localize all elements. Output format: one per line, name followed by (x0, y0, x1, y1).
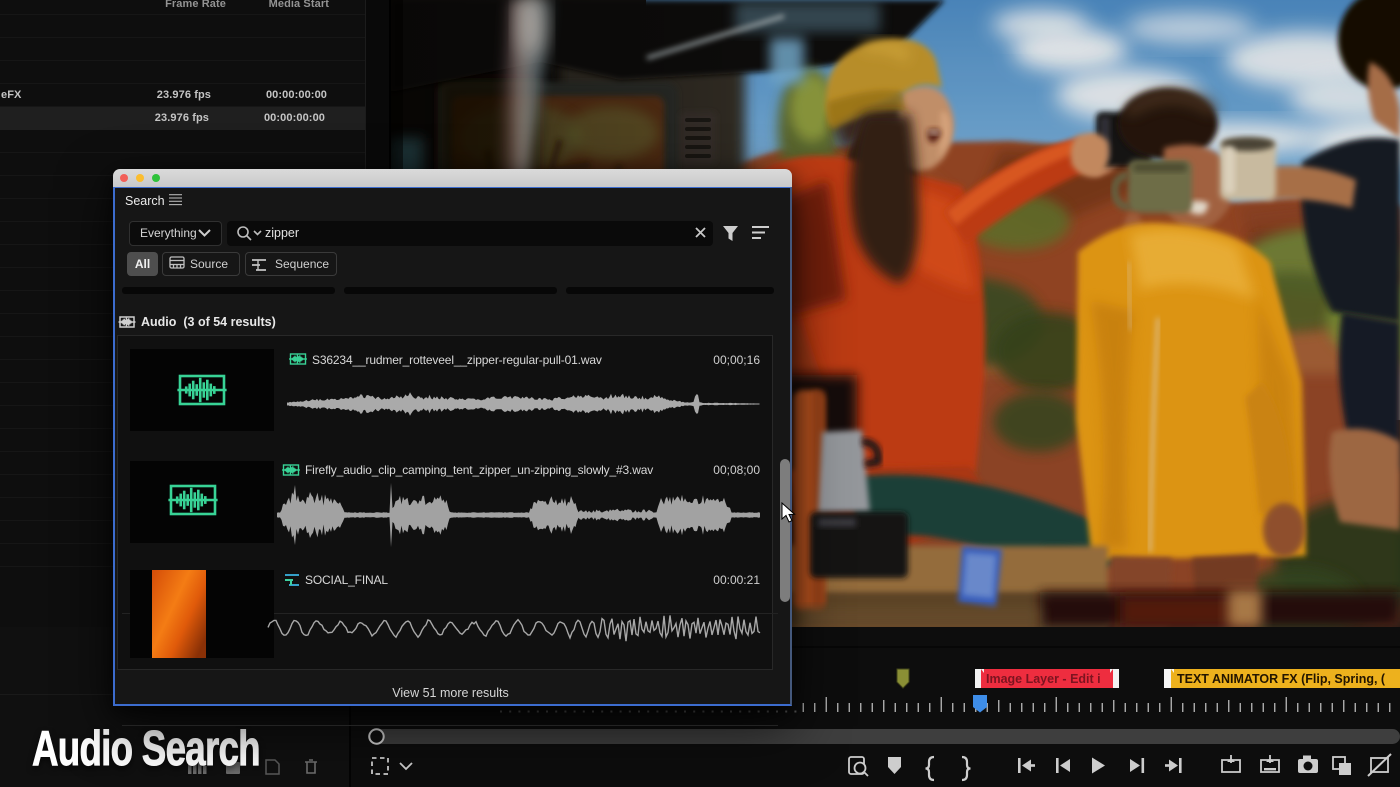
svg-text:TEXT ANIMATOR FX (Flip, Spring: TEXT ANIMATOR FX (Flip, Spring, ( (1177, 672, 1386, 686)
svg-text:Image Layer - Edit i: Image Layer - Edit i (986, 672, 1101, 686)
